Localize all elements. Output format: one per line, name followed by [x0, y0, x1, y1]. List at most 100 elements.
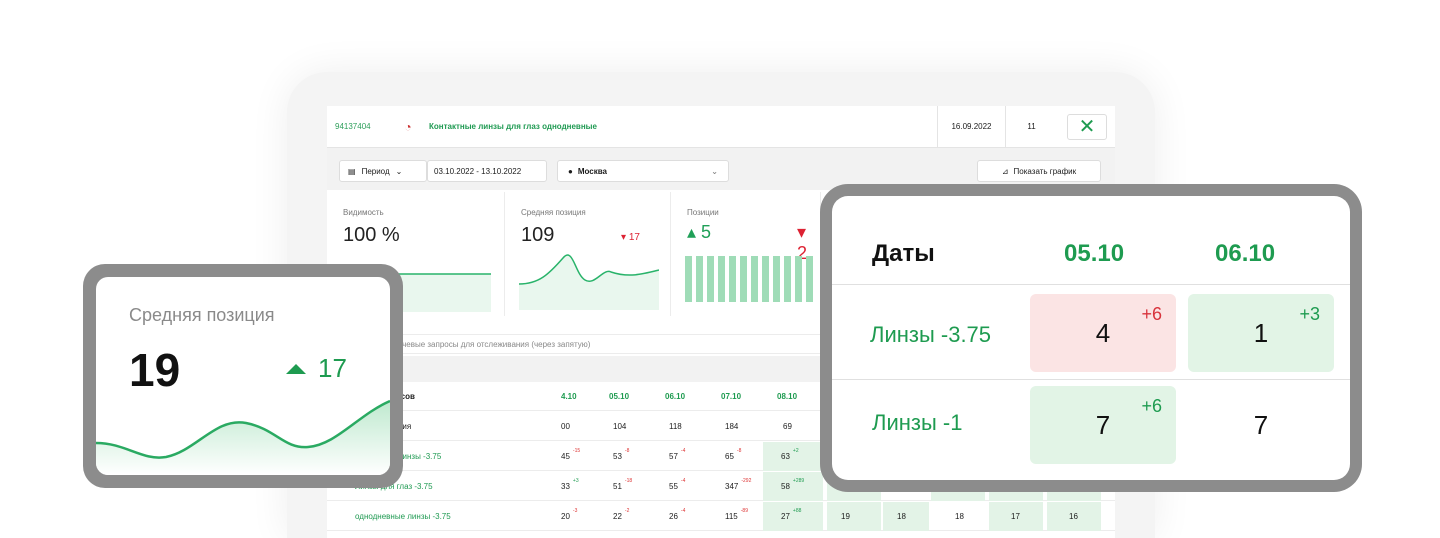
metric-positions: Позиции ▴ 5 ▾ 2: [671, 192, 821, 316]
cell-delta: +3: [1299, 304, 1320, 324]
metric-label: Позиции: [687, 208, 719, 217]
date-range-input[interactable]: 03.10.2022 - 13.10.2022: [427, 160, 547, 182]
cell-delta: -8: [736, 448, 742, 454]
table-cell: 104: [613, 422, 627, 431]
avg-position-sparkline: [96, 399, 390, 475]
table-cell: 58: [781, 482, 790, 491]
table-cell: 18: [883, 502, 929, 531]
cell-delta: -15: [572, 448, 581, 454]
metric-label: Видимость: [343, 208, 384, 217]
card-title: Средняя позиция: [129, 305, 275, 325]
cell-delta: -4: [680, 448, 686, 454]
table-cell: 115: [725, 512, 738, 521]
positions-bars: [685, 256, 813, 302]
metric-avg-position: Средняя позиция 109 ▾ 17: [505, 192, 671, 316]
position-cell: 4 +6: [1030, 294, 1176, 372]
table-cell: 51: [613, 482, 622, 491]
row-name[interactable]: Линзы -3.75: [870, 322, 991, 348]
table-cell: 57: [669, 452, 678, 461]
calendar-icon: ▤: [348, 166, 356, 176]
cell-value: 1: [1253, 317, 1269, 348]
row-name[interactable]: однодневные линзы -3.75: [355, 502, 451, 531]
show-chart-button[interactable]: ⊿ Показать график: [977, 160, 1101, 182]
excel-export-icon[interactable]: ✕: [1067, 113, 1107, 140]
table-cell: 27: [781, 512, 790, 521]
cell-delta: -89: [740, 508, 748, 514]
avg-position-card: Средняя позиция 19 17: [83, 264, 403, 488]
table-cell: 33: [561, 482, 570, 491]
city-dropdown[interactable]: ● Москва ⌄: [557, 160, 729, 182]
cell-delta: -4: [680, 478, 686, 484]
metric-delta: ▾ 17: [621, 232, 640, 243]
period-dropdown[interactable]: ▤ Период ⌄: [339, 160, 427, 182]
table-cell: 18: [955, 512, 964, 521]
column-header-date: 4.10: [561, 392, 577, 401]
table-cell: 26: [669, 512, 678, 521]
cell-delta: +6: [1141, 396, 1162, 416]
table-cell: 63: [781, 452, 790, 461]
cell-value: 7: [1095, 409, 1111, 440]
location-pin-icon: ●: [568, 166, 573, 176]
arrow-up-icon: [286, 363, 306, 374]
card-delta: 17: [286, 353, 347, 384]
product-date: 16.09.2022: [937, 105, 1005, 148]
metric-value: 100 %: [343, 224, 400, 246]
table-cell: 55: [669, 482, 678, 491]
column-header-date: 06.10: [665, 392, 686, 401]
position-cell: 1 +3: [1188, 294, 1334, 372]
avg-position-sparkline: [519, 254, 659, 310]
cell-delta: +2: [792, 448, 799, 454]
date-column-header[interactable]: 06.10: [1215, 240, 1275, 268]
cell-delta: +3: [572, 478, 579, 484]
period-label: Период: [361, 166, 390, 176]
cell-delta: +88: [792, 508, 802, 514]
divider: [832, 379, 1350, 380]
table-cell: 65: [725, 452, 734, 461]
table-row[interactable]: однодневные линзы -3.75 20 -3 22 -2 26 -4 1…: [327, 502, 1115, 531]
cell-delta: +6: [1141, 304, 1162, 324]
table-cell: 45: [561, 452, 570, 461]
table-cell: 118: [669, 422, 682, 431]
table-cell: 20: [561, 512, 570, 521]
table-cell: 00: [561, 422, 570, 431]
table-cell: 69: [783, 422, 792, 431]
avg-position-card-body: Средняя позиция 19 17: [96, 277, 390, 475]
product-sku[interactable]: 94137404: [327, 122, 387, 131]
cell-value: 4: [1095, 317, 1111, 348]
row-name[interactable]: Линзы -1: [872, 410, 962, 436]
cell-value: 7: [1253, 409, 1269, 440]
cell-delta: -8: [624, 448, 630, 454]
table-cell: 16: [1047, 502, 1101, 531]
cell-delta: -18: [624, 478, 633, 484]
column-header-date: 07.10: [721, 392, 742, 401]
dates-card-body: Даты 05.10 06.10 Линзы -3.75 4 +6 1 +3 Л…: [832, 196, 1350, 480]
cell-delta: -292: [741, 478, 752, 484]
table-cell: 347: [725, 482, 739, 491]
column-header-date: 05.10: [609, 392, 630, 401]
cell-delta: -4: [680, 508, 686, 514]
chart-icon: ⊿: [1001, 166, 1009, 176]
metric-label: Средняя позиция: [521, 208, 586, 217]
dates-header: Даты: [872, 240, 935, 267]
product-name[interactable]: Контактные линзы для глаз однодневные: [423, 122, 937, 131]
table-cell: 17: [989, 502, 1043, 531]
table-cell: 19: [827, 502, 881, 531]
cell-delta: -2: [624, 508, 630, 514]
cell-delta: +289: [792, 478, 805, 484]
card-delta-value: 17: [318, 353, 347, 383]
date-column-header[interactable]: 05.10: [1064, 240, 1124, 268]
position-cell: 7: [1188, 386, 1334, 464]
table-cell: 53: [613, 452, 622, 461]
card-value: 19: [129, 344, 181, 396]
show-chart-label: Показать график: [1013, 166, 1077, 176]
divider: [832, 284, 1350, 285]
product-row[interactable]: 94137404 ◔ Контактные линзы для глаз одн…: [327, 105, 1115, 148]
table-cell: 22: [613, 512, 622, 521]
cell-delta: -3: [572, 508, 578, 514]
dates-card: Даты 05.10 06.10 Линзы -3.75 4 +6 1 +3 Л…: [820, 184, 1362, 492]
positions-up: ▴ 5: [687, 222, 712, 242]
city-label: Москва: [577, 166, 608, 176]
chevron-down-icon: ⌄: [711, 166, 718, 176]
table-cell: 184: [725, 422, 739, 431]
column-header-date: 08.10: [777, 392, 798, 401]
